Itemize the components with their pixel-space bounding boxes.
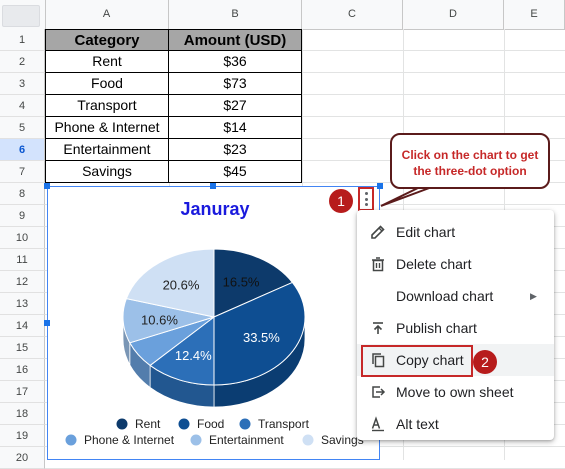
- row-header[interactable]: 2: [0, 51, 45, 73]
- move-to-sheet-icon: [372, 386, 386, 398]
- cell-amount[interactable]: $14: [169, 117, 302, 139]
- chart-more-options-button[interactable]: [358, 187, 374, 211]
- row-header[interactable]: 14: [0, 315, 45, 337]
- resize-handle[interactable]: [377, 183, 383, 189]
- chart-title: Januray: [180, 199, 250, 219]
- cell-amount[interactable]: $27: [169, 95, 302, 117]
- publish-icon: [373, 322, 383, 334]
- cell-category[interactable]: Savings: [45, 161, 169, 183]
- row-header[interactable]: 17: [0, 381, 45, 403]
- row-header[interactable]: 1: [0, 29, 45, 51]
- cell-amount[interactable]: $73: [169, 73, 302, 95]
- alt-text-icon: [371, 416, 384, 432]
- menu-item-move-to-own-sheet[interactable]: Move to own sheet: [357, 376, 554, 408]
- menu-item-label: Alt text: [396, 416, 439, 432]
- row-header[interactable]: 3: [0, 73, 45, 95]
- row-header[interactable]: 11: [0, 249, 45, 271]
- submenu-arrow-icon: ▶: [530, 291, 537, 301]
- cell-amount[interactable]: $36: [169, 51, 302, 73]
- menu-item-download-chart[interactable]: Download chart ▶: [357, 280, 554, 312]
- step-badge-2: 2: [473, 350, 497, 374]
- trash-icon: [372, 257, 384, 272]
- cell-category[interactable]: Phone & Internet: [45, 117, 169, 139]
- menu-item-label: Publish chart: [396, 320, 477, 336]
- chart-container[interactable]: [47, 186, 380, 460]
- row-header[interactable]: 7: [0, 161, 45, 183]
- kebab-dot-icon: [364, 203, 368, 207]
- row-header[interactable]: 19: [0, 425, 45, 447]
- select-all-corner[interactable]: [0, 0, 46, 29]
- menu-item-edit-chart[interactable]: Edit chart: [357, 216, 554, 248]
- cell-category[interactable]: Food: [45, 73, 169, 95]
- row-header[interactable]: 15: [0, 337, 45, 359]
- menu-item-label: Edit chart: [396, 224, 456, 240]
- menu-item-label: Download chart: [396, 288, 494, 304]
- step-badge-1: 1: [329, 189, 353, 213]
- header-amount[interactable]: Amount (USD): [169, 29, 302, 51]
- row-header[interactable]: 8: [0, 183, 45, 205]
- menu-item-label: Delete chart: [396, 256, 472, 272]
- menu-item-delete-chart[interactable]: Delete chart: [357, 248, 554, 280]
- column-header-d[interactable]: D: [403, 0, 504, 29]
- cell-category[interactable]: Transport: [45, 95, 169, 117]
- cell-category[interactable]: Entertainment: [45, 139, 169, 161]
- annotation-callout: Click on the chart to get the three-dot …: [390, 133, 550, 189]
- resize-handle[interactable]: [44, 183, 50, 189]
- copy-chart-highlight: [361, 345, 473, 377]
- menu-item-publish-chart[interactable]: Publish chart: [357, 312, 554, 344]
- row-header[interactable]: 5: [0, 117, 45, 139]
- cell-amount[interactable]: $23: [169, 139, 302, 161]
- cell-amount[interactable]: $45: [169, 161, 302, 183]
- row-header[interactable]: 10: [0, 227, 45, 249]
- menu-item-alt-text[interactable]: Alt text: [357, 408, 554, 440]
- row-header[interactable]: 16: [0, 359, 45, 381]
- row-header[interactable]: 9: [0, 205, 45, 227]
- menu-item-label: Move to own sheet: [396, 384, 514, 400]
- resize-handle[interactable]: [44, 320, 50, 326]
- row-header[interactable]: 4: [0, 95, 45, 117]
- column-header-e[interactable]: E: [504, 0, 565, 29]
- pencil-icon: [371, 225, 385, 239]
- row-header[interactable]: 6: [0, 139, 45, 161]
- cell-category[interactable]: Rent: [45, 51, 169, 73]
- row-header[interactable]: 20: [0, 447, 45, 469]
- kebab-dot-icon: [364, 197, 368, 201]
- row-header[interactable]: 12: [0, 271, 45, 293]
- column-header-a[interactable]: A: [45, 0, 169, 29]
- column-header-b[interactable]: B: [169, 0, 302, 29]
- row-header[interactable]: 18: [0, 403, 45, 425]
- column-header-c[interactable]: C: [302, 0, 403, 29]
- chart-context-menu: Edit chart Delete chart Download chart ▶…: [357, 210, 554, 440]
- resize-handle[interactable]: [210, 183, 216, 189]
- header-category[interactable]: Category: [45, 29, 169, 51]
- row-header[interactable]: 13: [0, 293, 45, 315]
- kebab-dot-icon: [364, 191, 368, 195]
